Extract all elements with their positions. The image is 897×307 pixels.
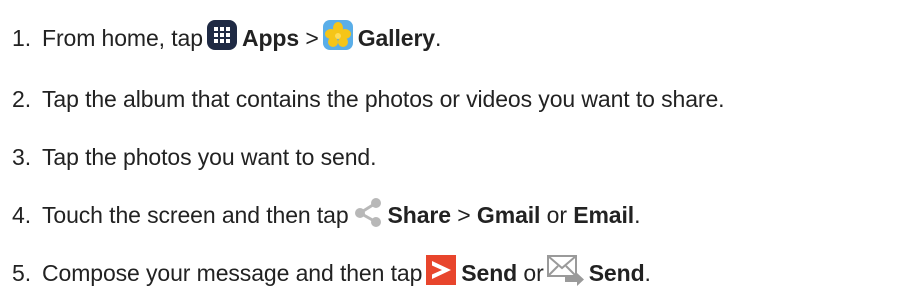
step-text: Tap the album that contains the photos o… [42,85,725,112]
send-arrow-icon [425,254,457,286]
step-number: 1. [12,24,31,51]
period: . [434,24,442,51]
step-3: 3. Tap the photos you want to send. [12,137,376,177]
email-label: Email [573,201,635,228]
send-label: Send [461,259,518,286]
step-number: 2. [12,85,31,112]
separator: > [457,201,471,228]
apps-grid-icon [206,19,238,51]
share-icon [352,196,384,228]
or-text: or [523,259,544,286]
apps-label: Apps [241,24,300,51]
step-text: Compose your message and then tap [42,259,423,286]
or-text: or [546,201,567,228]
gmail-label: Gmail [476,201,541,228]
step-text: Touch the screen and then tap [42,201,349,228]
gallery-flower-icon [322,19,354,51]
step-number: 3. [12,143,31,170]
step-text: From home, tap [42,24,203,51]
step-1: 1. From home, tap Apps > Gallery . [12,18,441,58]
instruction-steps: 1. From home, tap Apps > Gallery . 2. Ta… [0,0,897,307]
period: . [634,201,641,228]
gallery-label: Gallery [357,24,435,51]
step-number: 5. [12,259,31,286]
separator: > [305,24,319,51]
step-text: Tap the photos you want to send. [42,143,377,170]
email-send-icon [546,254,585,286]
share-label: Share [387,201,452,228]
step-number: 4. [12,201,31,228]
step-2: 2. Tap the album that contains the photo… [12,79,725,119]
period: . [644,259,651,286]
step-4: 4. Touch the screen and then tap Share >… [12,195,640,235]
send-label-2: Send [588,259,645,286]
step-5: 5. Compose your message and then tap Sen… [12,253,651,293]
